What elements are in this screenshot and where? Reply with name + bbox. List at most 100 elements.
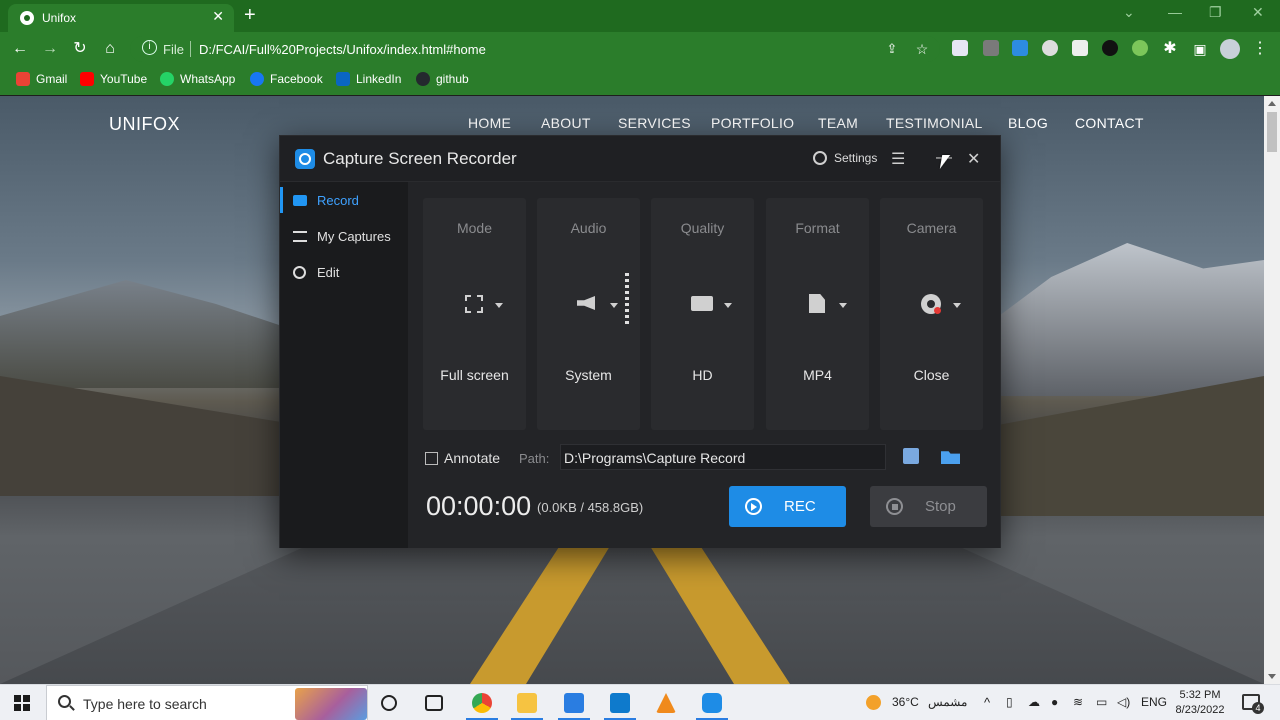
site-logo[interactable]: UNIFOX — [109, 114, 180, 135]
path-list-icon[interactable] — [903, 448, 919, 464]
close-tab-icon[interactable]: ✕ — [212, 8, 224, 25]
mode-dropdown[interactable] — [423, 293, 526, 317]
language-indicator[interactable]: ENG — [1141, 695, 1167, 709]
temperature[interactable]: 36°C — [892, 695, 919, 709]
back-icon[interactable]: ← — [10, 39, 30, 59]
format-dropdown[interactable] — [766, 293, 869, 317]
quality-dropdown[interactable] — [651, 293, 754, 317]
close-window-button[interactable]: ✕ — [1252, 4, 1264, 21]
bookmark-facebook[interactable]: Facebook — [250, 72, 323, 86]
extension-icon[interactable] — [1042, 40, 1058, 56]
audio-dropdown[interactable] — [537, 273, 640, 327]
option-header: Mode — [456, 220, 493, 236]
format-option-card[interactable]: Format MP4 — [766, 198, 869, 430]
network-icon[interactable]: ≋ — [1073, 695, 1083, 709]
mail-icon[interactable] — [558, 693, 590, 720]
search-placeholder: Type here to search — [83, 696, 207, 712]
settings-button[interactable]: Settings — [813, 151, 877, 165]
volume-level-meter[interactable] — [625, 273, 629, 327]
bookmark-whatsapp[interactable]: WhatsApp — [160, 72, 235, 86]
extension-icon[interactable] — [983, 40, 999, 56]
annotate-checkbox[interactable] — [425, 452, 438, 465]
weather-text[interactable]: مشمس — [928, 695, 967, 709]
nav-contact[interactable]: CONTACT — [1075, 115, 1144, 131]
menu-icon[interactable]: ☰ — [891, 149, 905, 169]
home-icon[interactable]: ⌂ — [100, 39, 120, 59]
stop-button[interactable]: Stop — [870, 486, 987, 527]
camera-dropdown[interactable] — [880, 293, 983, 317]
close-icon[interactable]: ✕ — [967, 149, 980, 169]
nav-about[interactable]: ABOUT — [541, 115, 591, 131]
scrollbar-thumb[interactable] — [1267, 112, 1277, 152]
info-icon[interactable]: i — [142, 40, 157, 55]
save-path-field[interactable]: D:\Programs\Capture Record — [560, 444, 886, 470]
sidebar-item-record[interactable]: Record — [280, 183, 408, 217]
share-icon[interactable]: ⇪ — [882, 39, 902, 59]
restore-window-button[interactable]: ❐ — [1209, 4, 1222, 21]
forward-icon[interactable]: → — [40, 39, 60, 59]
recorder-titlebar[interactable]: Capture Screen Recorder Settings ☰ — ✕ — [280, 136, 1000, 182]
vscode-icon[interactable] — [604, 693, 636, 720]
vlc-icon[interactable] — [656, 693, 676, 713]
file-size-readout: (0.0KB / 458.8GB) — [537, 500, 644, 515]
capture-recorder-taskbar-icon[interactable] — [696, 693, 728, 720]
check-extension-icon[interactable] — [1132, 40, 1148, 56]
extension-icon[interactable] — [1072, 40, 1088, 56]
nav-portfolio[interactable]: PORTFOLIO — [711, 115, 794, 131]
camera-option-card[interactable]: Camera Close — [880, 198, 983, 430]
bookmark-gmail[interactable]: Gmail — [16, 72, 67, 86]
chevron-up-icon[interactable]: ^ — [984, 695, 990, 710]
system-clock[interactable]: 5:32 PM 8/23/2022 — [1172, 688, 1228, 718]
file-explorer-icon[interactable] — [511, 693, 543, 720]
chrome-icon[interactable] — [466, 693, 498, 720]
rec-button[interactable]: REC — [729, 486, 846, 527]
video-camera-icon — [293, 194, 307, 206]
sidebar-item-my-captures[interactable]: My Captures — [280, 219, 408, 253]
minimize-window-button[interactable]: — — [1168, 4, 1182, 20]
tab-search-icon[interactable]: ⌄ — [1123, 4, 1135, 21]
nav-services[interactable]: SERVICES — [618, 115, 691, 131]
scroll-down-icon[interactable] — [1268, 674, 1276, 679]
page-scrollbar[interactable] — [1264, 96, 1280, 684]
browser-toolbar: ← → ↻ ⌂ i File D:/FCAI/Full%20Projects/U… — [0, 32, 1280, 65]
nav-team[interactable]: TEAM — [818, 115, 858, 131]
onedrive-icon[interactable]: ☁ — [1028, 695, 1040, 709]
scroll-up-icon[interactable] — [1268, 101, 1276, 106]
bookmark-linkedin[interactable]: LinkedIn — [336, 72, 401, 86]
bookmark-github[interactable]: github — [416, 72, 469, 86]
quality-option-card[interactable]: Quality HD — [651, 198, 754, 430]
side-panel-icon[interactable]: ▣ — [1190, 39, 1210, 59]
tray-app-icon[interactable]: ▯ — [1006, 695, 1013, 709]
browser-tab[interactable]: Unifox ✕ — [8, 4, 234, 32]
battery-icon[interactable]: ▭ — [1096, 695, 1107, 709]
reload-icon[interactable]: ↻ — [70, 39, 90, 59]
address-bar[interactable]: i File D:/FCAI/Full%20Projects/Unifox/in… — [130, 36, 940, 62]
cortana-icon[interactable] — [381, 695, 397, 711]
new-tab-button[interactable]: + — [244, 4, 256, 26]
media-icon[interactable] — [1102, 40, 1118, 56]
nav-blog[interactable]: BLOG — [1008, 115, 1048, 131]
mode-option-card[interactable]: Mode Full screen — [423, 198, 526, 430]
taskbar-search-box[interactable]: Type here to search — [46, 685, 368, 720]
audio-option-card[interactable]: Audio System — [537, 198, 640, 430]
extensions-puzzle-icon[interactable]: ✱ — [1160, 39, 1180, 59]
settings-label: Settings — [834, 151, 878, 165]
nav-testimonial[interactable]: TESTIMONIAL — [886, 115, 983, 131]
download-icon[interactable] — [1012, 40, 1028, 56]
extension-icon[interactable] — [952, 40, 968, 56]
bookmarks-bar: Gmail YouTube WhatsApp Facebook LinkedIn… — [0, 65, 1280, 95]
more-menu-icon[interactable]: ⋮ — [1250, 39, 1270, 59]
windows-start-icon[interactable] — [14, 695, 30, 711]
task-view-icon[interactable] — [425, 695, 443, 711]
weather-sun-icon[interactable] — [866, 695, 881, 710]
annotate-label[interactable]: Annotate — [444, 450, 500, 466]
bookmark-star-icon[interactable]: ☆ — [912, 39, 932, 59]
bookmark-youtube[interactable]: YouTube — [80, 72, 147, 86]
avatar[interactable] — [1220, 39, 1240, 59]
volume-icon[interactable]: ◁) — [1117, 695, 1130, 709]
nav-home[interactable]: HOME — [468, 115, 511, 131]
sidebar-item-edit[interactable]: Edit — [280, 255, 408, 289]
microphone-icon[interactable]: ● — [1051, 695, 1058, 709]
folder-open-icon[interactable] — [941, 451, 960, 464]
notification-center-icon[interactable]: 4 — [1242, 694, 1264, 714]
